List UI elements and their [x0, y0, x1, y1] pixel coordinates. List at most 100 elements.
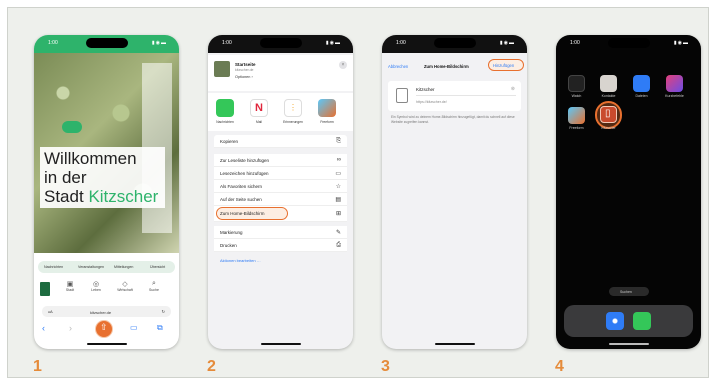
chip-row: Nachrichten Veranstaltungen Mitteilungen… — [38, 261, 175, 273]
menu-item-label: Zum Home-Bildschirm — [220, 211, 265, 216]
hero-line-3a: Stadt — [44, 187, 84, 206]
status-bar: 1:00 ▮◉▬ — [382, 35, 527, 51]
building-icon: ▣ — [66, 281, 74, 288]
app-label: Kitzscher — [601, 126, 616, 130]
reader-icon: ᴀA — [48, 309, 53, 314]
signal-icons: ▮◉▬ — [499, 40, 515, 46]
step-number-1: 1 — [33, 358, 42, 375]
step-number-3: 3 — [381, 358, 390, 375]
star-icon: ☆ — [335, 184, 341, 190]
address-bar[interactable]: ᴀA kitzscher.de ↻ — [42, 306, 171, 317]
hero-line-1: Willkommen — [44, 149, 137, 168]
share-header: Startseite kitzscher.de Optionen › × — [208, 55, 353, 91]
shortcuts-app-icon[interactable] — [666, 75, 683, 92]
url-field: https://kitzscher.de/ — [416, 100, 447, 104]
search-pill[interactable]: Suchen — [609, 287, 649, 296]
chart-icon: ◇ — [122, 281, 128, 288]
kitzscher-app-icon[interactable]: ▯ — [600, 106, 617, 123]
glasses-icon: ∞ — [336, 157, 341, 163]
status-bar: 1:00 ▮◉▬ — [208, 35, 353, 51]
sheet-nav: Abbrechen Zum Home-Bildschirm Hinzufügen — [382, 57, 527, 75]
people-icon: ◎ — [92, 281, 100, 288]
messages-app-icon[interactable] — [633, 312, 651, 330]
menu-item-label: Markierung — [220, 230, 243, 235]
green-dot — [62, 121, 82, 133]
bookmarks-icon[interactable]: ▭ — [130, 323, 138, 332]
files-app-icon[interactable] — [633, 75, 650, 92]
bookmark-card: Kitzscher ⊗ https://kitzscher.de/ — [388, 81, 521, 111]
share-target-label: Nachrichten — [216, 120, 234, 124]
site-nav: ▣ Stadt ◎ Leben ◇ Wirtschaft ⌕ Suche — [34, 278, 179, 304]
status-time: 1:00 — [48, 40, 58, 46]
dynamic-island — [85, 38, 128, 48]
sheet-title: Zum Home-Bildschirm — [424, 64, 469, 69]
menu-item-markup[interactable]: Markierung ✎ — [214, 226, 347, 239]
signal-icons: ▮◉▬ — [325, 40, 341, 46]
status-bar: 1:00 ▮◉▬ — [556, 35, 701, 51]
name-field[interactable]: Kitzscher — [416, 87, 435, 92]
hero-line-3b: Kitzscher — [88, 187, 159, 206]
status-time: 1:00 — [222, 40, 232, 46]
add-button-highlight[interactable]: Hinzufügen — [488, 59, 524, 71]
menu-item-favorites[interactable]: Als Favoriten sichern ☆ — [214, 180, 347, 193]
status-time: 1:00 — [396, 40, 406, 46]
messages-app-icon[interactable] — [216, 99, 234, 117]
edit-actions-link[interactable]: Aktionen bearbeiten … — [220, 258, 261, 263]
add-square-icon: ⊞ — [335, 211, 341, 217]
watch-app-icon[interactable] — [568, 75, 585, 92]
copy-icon: ⎘ — [336, 138, 341, 144]
nav-wirtschaft[interactable]: ◇ Wirtschaft — [114, 280, 136, 292]
freeform-app-icon[interactable] — [568, 107, 585, 124]
nav-leben[interactable]: ◎ Leben — [86, 280, 106, 292]
menu-item-label: Zur Leseliste hinzufügen — [220, 158, 270, 163]
dock — [564, 305, 693, 337]
share-title: Startseite — [235, 62, 256, 67]
hero-line-2: in der — [44, 168, 87, 187]
menu-item-reading-list[interactable]: Zur Leseliste hinzufügen ∞ — [214, 154, 347, 167]
search-icon: ⌕ — [152, 280, 156, 287]
nav-label: Suche — [149, 288, 159, 292]
menu-item-copy[interactable]: Kopieren ⎘ — [214, 135, 347, 148]
contacts-app-icon[interactable] — [600, 75, 617, 92]
step-number-4: 4 — [555, 358, 564, 375]
step-number-2: 2 — [207, 358, 216, 375]
hero-line-3: Stadt Kitzscher — [44, 187, 161, 206]
book-icon: ▭ — [335, 171, 341, 177]
safari-app-icon[interactable] — [606, 312, 624, 330]
menu-item-bookmark[interactable]: Lesezeichen hinzufügen ▭ — [214, 167, 347, 180]
back-icon[interactable]: ‹ — [42, 323, 45, 333]
close-icon[interactable]: × — [339, 61, 347, 69]
chip-1[interactable]: Nachrichten — [44, 265, 63, 269]
menu-item-add-to-home[interactable]: Zum Home-Bildschirm ⊞ — [214, 206, 347, 222]
tabs-icon[interactable]: ⧉ — [157, 323, 163, 333]
site-logo — [40, 282, 50, 296]
app-label: Kontakte — [601, 94, 616, 98]
chip-more[interactable]: Übersicht — [150, 265, 165, 269]
freeform-app-icon[interactable] — [318, 99, 336, 117]
cancel-button[interactable]: Abbrechen — [388, 64, 408, 69]
menu-item-label: Drucken — [220, 243, 237, 248]
menu-item-find[interactable]: Auf der Seite suchen ▤ — [214, 193, 347, 206]
nav-stadt[interactable]: ▣ Stadt — [60, 280, 80, 292]
home-indicator — [434, 343, 475, 345]
menu-item-label: Kopieren — [220, 139, 239, 144]
news-app-icon[interactable]: N — [250, 99, 268, 117]
clear-icon[interactable]: ⊗ — [511, 86, 515, 92]
bookmark-glyph-icon: ▯ — [605, 108, 611, 119]
share-button-highlight[interactable]: ⇧ — [95, 320, 113, 338]
nav-suche[interactable]: ⌕ Suche — [144, 280, 164, 292]
reminders-app-icon[interactable]: ⋮ — [284, 99, 302, 117]
forward-icon[interactable]: › — [69, 323, 72, 333]
chip-2[interactable]: Veranstaltungen — [78, 265, 104, 269]
app-label: Freeform — [569, 126, 584, 130]
chip-3[interactable]: Mitteilungen — [114, 265, 133, 269]
menu-item-print[interactable]: Drucken ⎙ — [214, 239, 347, 252]
share-target-label: Freeform — [320, 120, 334, 124]
options-link[interactable]: Optionen › — [235, 75, 253, 79]
dynamic-island — [607, 38, 650, 48]
hint-text: Ein Symbol wird zu deinem Home-Bildschir… — [391, 115, 515, 124]
safari-toolbar: ‹ › ⇧ ▭ ⧉ — [34, 319, 179, 341]
tutorial-frame: 1:00 ▮◉▬ Willkommen in der Stadt Kitzsch… — [7, 7, 709, 378]
add-button: Hinzufügen — [493, 63, 515, 68]
share-targets: Nachrichten N Mail ⋮ Erinnerungen Freefo… — [208, 93, 353, 131]
